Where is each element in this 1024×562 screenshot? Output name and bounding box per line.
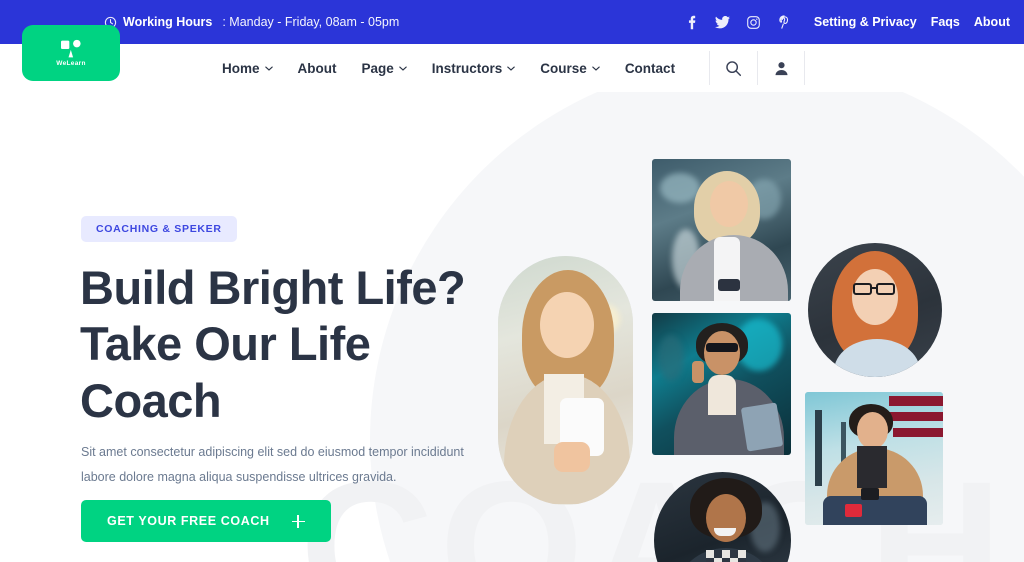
- top-link-about[interactable]: About: [974, 15, 1010, 29]
- top-link-faqs[interactable]: Faqs: [931, 15, 960, 29]
- landing-page: COACH Working Hours: Manday - Friday, 0…: [0, 0, 1024, 562]
- nav-item-label: Contact: [624, 60, 676, 76]
- user-account-icon[interactable]: [757, 51, 806, 85]
- nav-item-page[interactable]: Page: [362, 61, 407, 76]
- working-hours-block: Working Hours : Manday - Friday, 08am - …: [104, 15, 399, 29]
- search-icon[interactable]: [709, 51, 757, 85]
- twitter-icon[interactable]: [707, 9, 738, 35]
- nav-item-contact[interactable]: Contact: [625, 61, 675, 76]
- nav-links: Home About Page Instructors Course Conta…: [222, 61, 675, 76]
- hero-subtext: Sit amet consectetur adipiscing elit sed…: [81, 445, 464, 484]
- instagram-icon[interactable]: [738, 9, 769, 35]
- cta-label: GET YOUR FREE COACH: [107, 514, 270, 528]
- welearn-logo-mark-icon: [60, 39, 82, 59]
- nav-tools: [709, 51, 806, 85]
- nav-item-label: Instructors: [431, 60, 503, 76]
- chevron-down-icon: [399, 65, 407, 71]
- chevron-down-icon: [264, 65, 273, 71]
- nav-item-label: Course: [540, 60, 587, 76]
- nav-item-label: Home: [222, 60, 260, 76]
- working-hours-label: Working Hours: [123, 15, 213, 29]
- get-your-free-coach-button[interactable]: GET YOUR FREE COACH: [81, 500, 331, 542]
- working-hours-value: : Manday - Friday, 08am - 05pm: [222, 15, 400, 29]
- nav-item-label: About: [297, 60, 337, 76]
- nav-item-course[interactable]: Course: [540, 61, 600, 76]
- nav-item-home[interactable]: Home: [222, 61, 273, 76]
- hero-headline: Build Bright Life? Take Our Life Coach: [80, 261, 466, 427]
- logo-text: WeLearn: [56, 60, 86, 67]
- nav-item-about[interactable]: About: [298, 61, 337, 76]
- hero-category-badge: COACHING & SPEKER: [81, 216, 237, 242]
- plus-icon: [291, 514, 305, 528]
- top-bar-right: Setting & Privacy Faqs About: [676, 9, 1010, 35]
- hero-section: COACHING & SPEKER Build Bright Life? Tak…: [0, 92, 1024, 562]
- pinterest-icon[interactable]: [769, 9, 800, 35]
- nav-item-label: Page: [361, 60, 394, 76]
- top-utility-bar: Working Hours : Manday - Friday, 08am - …: [0, 0, 1024, 44]
- facebook-icon[interactable]: [676, 9, 707, 35]
- chevron-down-icon: [592, 65, 600, 71]
- site-logo[interactable]: WeLearn: [22, 25, 120, 81]
- chevron-down-icon: [507, 65, 516, 71]
- nav-item-instructors[interactable]: Instructors: [432, 61, 516, 76]
- main-navigation-bar: Home About Page Instructors Course Conta…: [0, 44, 1024, 92]
- top-link-setting-privacy[interactable]: Setting & Privacy: [814, 15, 917, 29]
